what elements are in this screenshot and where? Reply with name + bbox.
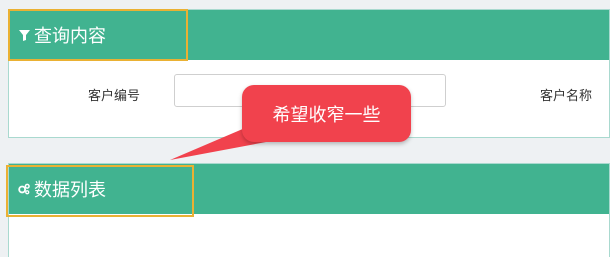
customer-id-label: 客户编号 [88,89,141,104]
query-panel-title-wrap: 查询内容 [18,10,106,60]
filter-icon [18,29,30,41]
query-panel-title: 查询内容 [34,26,106,47]
list-panel: 数据列表 [8,163,610,257]
page: 查询内容 客户编号 客户名称 数据列表 希望收窄一些 [0,0,610,257]
list-panel-title: 数据列表 [34,180,106,201]
list-panel-header[interactable]: 数据列表 [9,164,609,214]
query-panel-header[interactable]: 查询内容 [9,10,609,60]
callout-text: 希望收窄一些 [272,104,381,126]
callout-bubble: 希望收窄一些 [242,85,411,142]
cogs-icon [18,183,30,195]
customer-name-label: 客户名称 [540,89,593,104]
list-panel-title-wrap: 数据列表 [18,164,106,214]
